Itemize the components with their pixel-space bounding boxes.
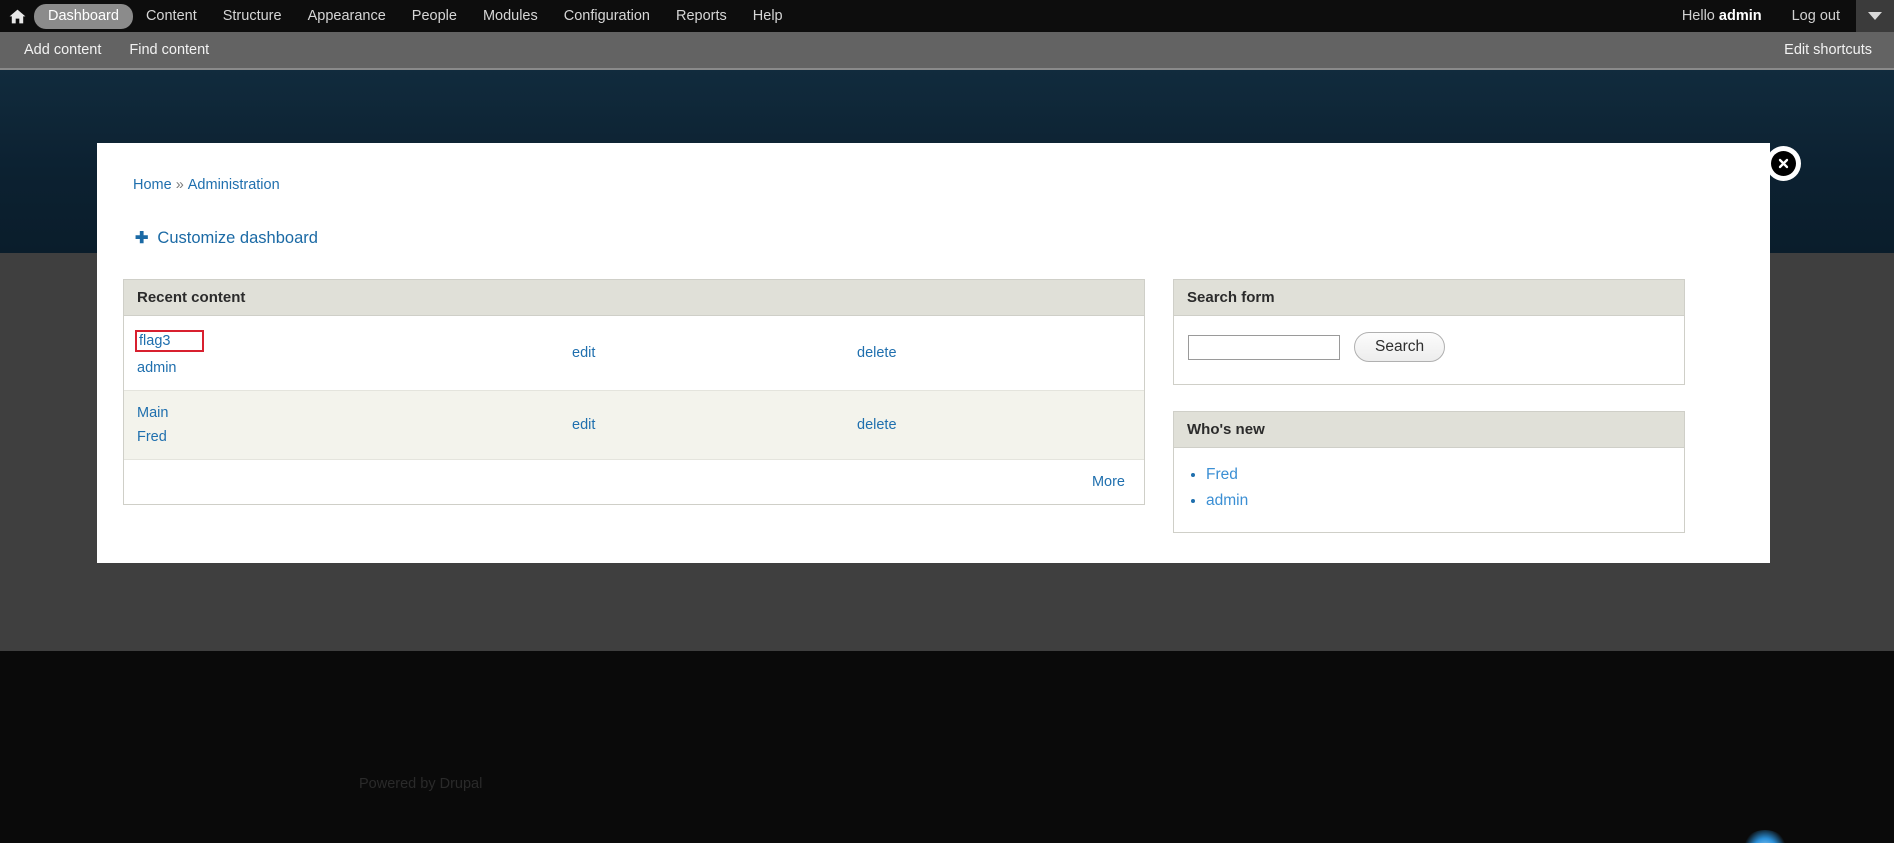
shortcut-add-content[interactable]: Add content xyxy=(10,42,115,58)
search-form-title: Search form xyxy=(1174,280,1684,316)
screen: Dashboard Content Structure Appearance P… xyxy=(0,0,1894,843)
breadcrumb: Home» Administration xyxy=(133,177,280,193)
dashboard-column-right: Search form Search Who's new Fred admin xyxy=(1173,279,1685,533)
greeting-prefix: Hello xyxy=(1681,8,1719,24)
page-footer: Powered by Drupal xyxy=(0,651,1894,843)
admin-toolbar: Dashboard Content Structure Appearance P… xyxy=(0,0,1894,32)
recent-content-panel: Recent content flag3 admin edit delete M… xyxy=(123,279,1145,505)
admin-overlay: Home» Administration ✚ Customize dashboar… xyxy=(97,143,1770,563)
table-row: flag3 admin edit delete xyxy=(124,316,1144,391)
recent-content-table: flag3 admin edit delete Main Fred edit d… xyxy=(124,316,1144,460)
content-author-link[interactable]: Fred xyxy=(137,429,559,445)
delete-link[interactable]: delete xyxy=(857,417,897,433)
plus-icon: ✚ xyxy=(135,229,149,247)
search-input[interactable] xyxy=(1188,334,1340,360)
table-cell-delete: delete xyxy=(844,316,1144,391)
toolbar-item-reports[interactable]: Reports xyxy=(663,4,740,29)
recent-content-footer: More xyxy=(124,460,1144,504)
search-button[interactable]: Search xyxy=(1354,332,1446,362)
whos-new-title: Who's new xyxy=(1174,412,1684,448)
toolbar-item-structure[interactable]: Structure xyxy=(210,4,295,29)
toolbar-item-modules[interactable]: Modules xyxy=(470,4,551,29)
table-row: Main Fred edit delete xyxy=(124,390,1144,460)
whos-new-panel: Who's new Fred admin xyxy=(1173,411,1685,533)
shortcut-bar: Add content Find content Edit shortcuts xyxy=(0,32,1894,70)
toolbar-item-dashboard[interactable]: Dashboard xyxy=(34,3,133,29)
panel-spacer xyxy=(1173,385,1685,411)
breadcrumb-administration[interactable]: Administration xyxy=(188,177,280,193)
dashboard-column-left: Recent content flag3 admin edit delete M… xyxy=(123,279,1145,533)
breadcrumb-separator: » xyxy=(175,177,184,193)
toolbar-item-content[interactable]: Content xyxy=(133,4,210,29)
edit-link[interactable]: edit xyxy=(572,345,595,361)
recent-content-title: Recent content xyxy=(124,280,1144,316)
recent-content-body: flag3 admin edit delete Main Fred edit d… xyxy=(124,316,1144,504)
more-link[interactable]: More xyxy=(1092,474,1125,490)
greeting: Hello admin xyxy=(1668,8,1776,24)
search-form-body: Search xyxy=(1174,316,1684,384)
list-item[interactable]: Fred xyxy=(1206,462,1670,488)
content-title-link[interactable]: flag3 xyxy=(135,330,205,352)
greeting-username[interactable]: admin xyxy=(1719,8,1762,24)
breadcrumb-home[interactable]: Home xyxy=(133,177,172,193)
customize-dashboard-label: Customize dashboard xyxy=(157,229,318,247)
table-cell-title: Main Fred xyxy=(124,390,559,460)
delete-link[interactable]: delete xyxy=(857,345,897,361)
content-title-link[interactable]: Main xyxy=(137,405,168,421)
toolbar-user-area: Hello admin Log out xyxy=(1668,0,1894,32)
list-item[interactable]: admin xyxy=(1206,488,1670,514)
home-icon[interactable] xyxy=(0,0,34,32)
table-cell-edit: edit xyxy=(559,316,844,391)
edit-shortcuts-link[interactable]: Edit shortcuts xyxy=(1784,42,1894,58)
user-link[interactable]: admin xyxy=(1206,492,1248,509)
toolbar-logout-link[interactable]: Log out xyxy=(1776,8,1856,24)
powered-by-drupal-link[interactable]: Powered by Drupal xyxy=(359,776,482,792)
toolbar-item-configuration[interactable]: Configuration xyxy=(551,4,663,29)
table-cell-delete: delete xyxy=(844,390,1144,460)
table-cell-title: flag3 admin xyxy=(124,316,559,391)
edit-link[interactable]: edit xyxy=(572,417,595,433)
toolbar-item-appearance[interactable]: Appearance xyxy=(295,4,399,29)
toolbar-item-people[interactable]: People xyxy=(399,4,470,29)
shortcut-find-content[interactable]: Find content xyxy=(115,42,223,58)
chevron-down-icon[interactable] xyxy=(1856,0,1894,32)
close-icon[interactable] xyxy=(1771,151,1796,176)
table-cell-edit: edit xyxy=(559,390,844,460)
toolbar-item-help[interactable]: Help xyxy=(740,4,796,29)
search-form-panel: Search form Search xyxy=(1173,279,1685,385)
user-link[interactable]: Fred xyxy=(1206,466,1238,483)
content-author-link[interactable]: admin xyxy=(137,360,559,376)
dashboard-columns: Recent content flag3 admin edit delete M… xyxy=(123,279,1743,533)
whos-new-body: Fred admin xyxy=(1174,448,1684,532)
whos-new-list: Fred admin xyxy=(1206,462,1670,514)
customize-dashboard-link[interactable]: ✚ Customize dashboard xyxy=(135,229,318,248)
